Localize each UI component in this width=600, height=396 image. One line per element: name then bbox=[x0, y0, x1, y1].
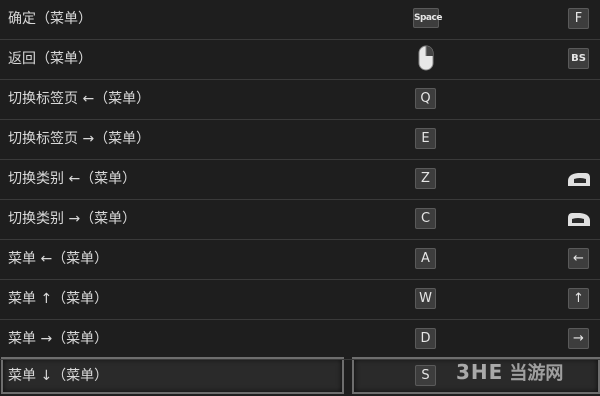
left-arrow-key[interactable]: ← bbox=[568, 248, 589, 269]
mouse-right-icon[interactable] bbox=[418, 45, 434, 71]
keybinding-row-category-left[interactable]: 切换类别 ←（菜单） Z bbox=[0, 160, 600, 200]
action-label: 切换标签页 ←（菜单） bbox=[8, 91, 151, 107]
e-key[interactable]: E bbox=[415, 128, 436, 149]
keybinding-table: 确定（菜单） Space F 返回（菜单） BS 切换标签页 ←（菜单） Q 切… bbox=[0, 0, 600, 396]
w-key[interactable]: W bbox=[415, 288, 436, 309]
action-label: 切换标签页 →（菜单） bbox=[8, 131, 151, 147]
keybinding-row-back[interactable]: 返回（菜单） BS bbox=[0, 40, 600, 80]
action-label: 确定（菜单） bbox=[8, 11, 92, 27]
action-label: 菜单 →（菜单） bbox=[8, 331, 109, 347]
backspace-key[interactable]: BS bbox=[568, 48, 589, 69]
a-key[interactable]: A bbox=[415, 248, 436, 269]
q-key[interactable]: Q bbox=[415, 88, 436, 109]
keybinding-row-menu-up[interactable]: 菜单 ↑（菜单） W ↑ bbox=[0, 280, 600, 320]
alt-key[interactable]: F bbox=[568, 8, 589, 29]
s-key[interactable]: S bbox=[415, 365, 436, 386]
action-label: 菜单 ↑（菜单） bbox=[8, 291, 109, 307]
keybinding-row-menu-right[interactable]: 菜单 →（菜单） D → bbox=[0, 320, 600, 360]
z-key[interactable]: Z bbox=[415, 168, 436, 189]
action-label: 菜单 ←（菜单） bbox=[8, 251, 109, 267]
keybinding-row-menu-left[interactable]: 菜单 ←（菜单） A ← bbox=[0, 240, 600, 280]
action-label: 菜单 ↓（菜单） bbox=[8, 368, 109, 384]
keybinding-row-category-right[interactable]: 切换类别 →（菜单） C bbox=[0, 200, 600, 240]
up-arrow-key[interactable]: ↑ bbox=[568, 288, 589, 309]
keybinding-row-menu-down[interactable]: 菜单 ↓（菜单） S bbox=[0, 357, 600, 396]
space-key[interactable]: Space bbox=[413, 8, 442, 28]
action-label: 切换类别 →（菜单） bbox=[8, 211, 137, 227]
keybinding-row-tab-right[interactable]: 切换标签页 →（菜单） E bbox=[0, 120, 600, 160]
d-key[interactable]: D bbox=[415, 328, 436, 349]
right-arrow-key[interactable]: → bbox=[568, 328, 589, 349]
c-key[interactable]: C bbox=[415, 208, 436, 229]
action-label: 返回（菜单） bbox=[8, 51, 92, 67]
gamepad-trigger-left-icon[interactable] bbox=[566, 170, 592, 188]
keybinding-row-tab-left[interactable]: 切换标签页 ←（菜单） Q bbox=[0, 80, 600, 120]
action-label: 切换类别 ←（菜单） bbox=[8, 171, 137, 187]
gamepad-trigger-right-icon[interactable] bbox=[566, 210, 592, 228]
keybinding-row-confirm[interactable]: 确定（菜单） Space F bbox=[0, 0, 600, 40]
